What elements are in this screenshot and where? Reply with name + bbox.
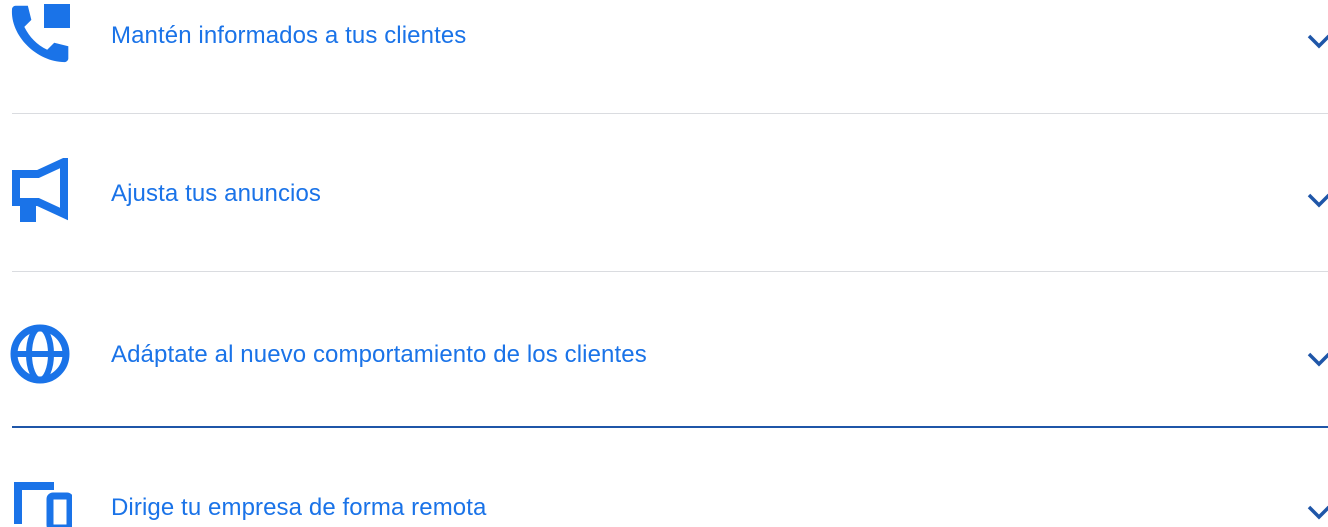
accordion-item-adapt-customer-behavior[interactable]: Adáptate al nuevo comportamiento de los … [0,272,1328,427]
globe-icon [8,322,72,386]
accordion-item-label: Mantén informados a tus clientes [111,22,467,49]
phone-forwarded-icon [8,4,72,68]
accordion-item-label: Dirige tu empresa de forma remota [111,494,487,521]
accordion-item-run-business-remotely[interactable]: Dirige tu empresa de forma remota [0,428,1328,527]
devices-icon [8,476,72,527]
chevron-down-icon[interactable] [1306,502,1328,522]
accordion-item-keep-customers-informed[interactable]: Mantén informados a tus clientes [0,0,1328,113]
chevron-down-icon[interactable] [1306,349,1328,369]
accordion-item-label: Adáptate al nuevo comportamiento de los … [111,341,647,368]
chevron-down-icon[interactable] [1306,190,1328,210]
accordion-item-label: Ajusta tus anuncios [111,180,322,207]
megaphone-icon [8,158,72,222]
chevron-down-icon[interactable] [1306,31,1328,51]
accordion-item-adjust-ads[interactable]: Ajusta tus anuncios [0,114,1328,272]
accordion: Mantén informados a tus clientes Ajusta … [0,0,1328,527]
